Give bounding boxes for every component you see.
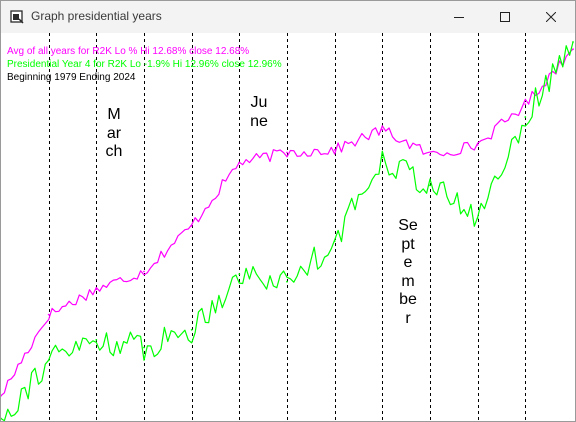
presidential-series-point	[381, 156, 384, 159]
close-icon	[546, 12, 556, 22]
presidential-series-point	[524, 116, 527, 118]
chart-svg	[1, 33, 574, 421]
presidential-series-point	[238, 273, 241, 275]
presidential-series-point	[476, 217, 479, 220]
avg-series-point	[286, 151, 288, 154]
presidential-series-point	[190, 328, 193, 331]
avg-series-point	[47, 313, 50, 316]
avg-series-point	[333, 149, 336, 151]
presidential-series-point	[143, 346, 145, 349]
avg-series-point	[524, 103, 527, 106]
avg-series-point	[143, 270, 145, 273]
month-label-march: March	[105, 106, 123, 160]
avg-series-point	[572, 48, 574, 50]
presidential-series-point	[429, 184, 431, 187]
minimize-icon	[454, 17, 464, 18]
presidential-series-point	[95, 339, 98, 341]
presidential-series-point	[333, 240, 336, 243]
avg-series-point	[238, 161, 241, 164]
chart-area: Avg of all years for R2K Lo % Hi 12.68% …	[1, 33, 575, 421]
maximize-icon	[500, 12, 510, 22]
presidential-series-point	[47, 359, 50, 362]
app-window: Graph presidential years Avg of all year…	[0, 0, 576, 422]
avg-series-point	[95, 288, 98, 291]
chart-app-icon	[10, 10, 24, 24]
presidential-series-point	[286, 280, 288, 283]
close-button[interactable]	[528, 1, 574, 33]
window-title: Graph presidential years	[31, 9, 162, 23]
legend-presidential-series: Presidential Year 4 for R2K Lo -1.9% Hi …	[7, 59, 282, 70]
legend-date-range: Beginning 1979 Ending 2024	[7, 72, 136, 83]
avg-series-point	[476, 144, 479, 146]
presidential-series-point	[572, 41, 574, 43]
avg-series-point	[190, 225, 193, 227]
avg-series-point	[381, 128, 384, 131]
legend-avg-series: Avg of all years for R2K Lo % Hi 12.68% …	[7, 46, 250, 57]
month-label-september: September	[398, 217, 418, 327]
maximize-button[interactable]	[482, 1, 528, 33]
month-gridlines	[49, 33, 526, 421]
avg-series-point	[429, 154, 431, 156]
month-label-june: June	[250, 94, 268, 130]
title-bar[interactable]: Graph presidential years	[1, 1, 575, 33]
minimize-button[interactable]	[436, 1, 482, 33]
